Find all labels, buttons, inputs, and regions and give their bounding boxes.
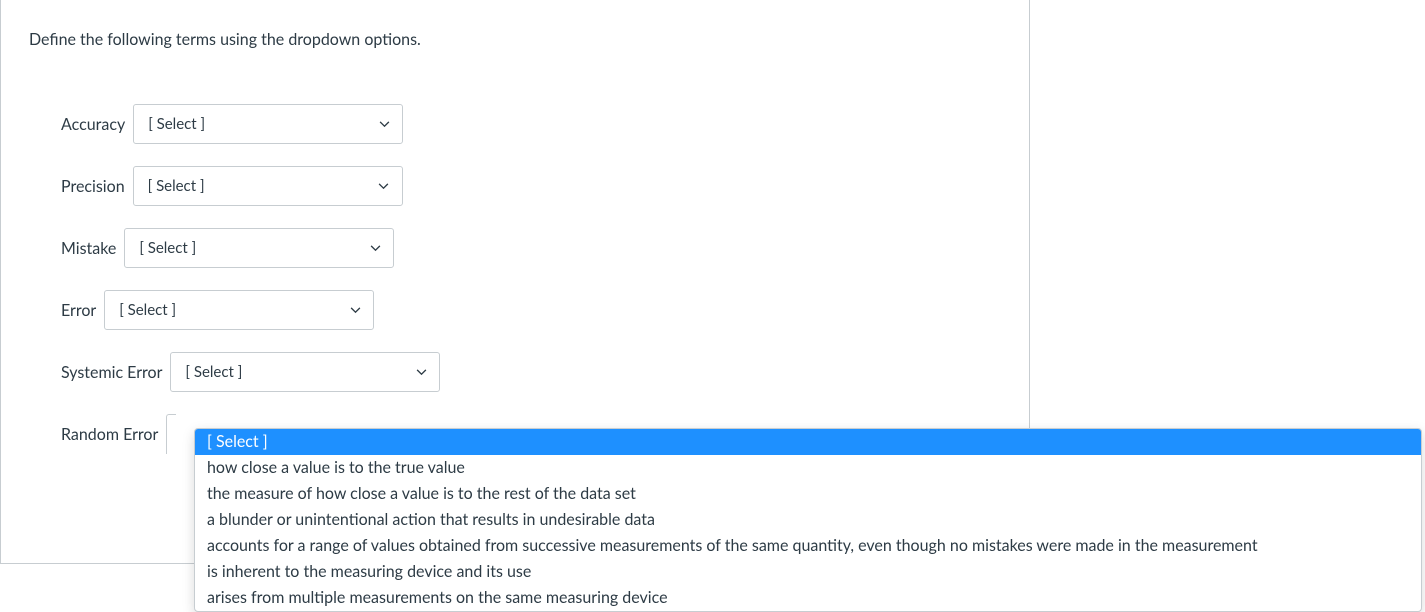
chevron-down-icon bbox=[378, 118, 390, 130]
chevron-down-icon bbox=[369, 242, 381, 254]
term-row-accuracy: Accuracy [ Select ] bbox=[61, 104, 1001, 144]
terms-area: Accuracy [ Select ] Precision [ Select ]… bbox=[61, 104, 1001, 454]
term-label: Accuracy bbox=[61, 115, 125, 134]
term-label: Random Error bbox=[61, 425, 158, 444]
dropdown-option[interactable]: how close a value is to the true value bbox=[195, 455, 1421, 481]
dropdown-option-select[interactable]: [ Select ] bbox=[195, 429, 1421, 455]
dropdown-mistake[interactable]: [ Select ] bbox=[124, 228, 394, 268]
question-prompt: Define the following terms using the dro… bbox=[29, 30, 1001, 49]
dropdown-value: [ Select ] bbox=[139, 239, 196, 257]
term-label: Precision bbox=[61, 177, 125, 196]
dropdown-value: [ Select ] bbox=[148, 177, 205, 195]
term-row-precision: Precision [ Select ] bbox=[61, 166, 1001, 206]
dropdown-option[interactable]: the measure of how close a value is to t… bbox=[195, 481, 1421, 507]
dropdown-precision[interactable]: [ Select ] bbox=[133, 166, 403, 206]
term-row-error: Error [ Select ] bbox=[61, 290, 1001, 330]
dropdown-option[interactable]: a blunder or unintentional action that r… bbox=[195, 507, 1421, 533]
chevron-down-icon bbox=[415, 366, 427, 378]
dropdown-value: [ Select ] bbox=[148, 115, 205, 133]
dropdown-accuracy[interactable]: [ Select ] bbox=[133, 104, 403, 144]
dropdown-option[interactable]: arises from multiple measurements on the… bbox=[195, 585, 1421, 611]
dropdown-value: [ Select ] bbox=[119, 301, 176, 319]
dropdown-option[interactable]: accounts for a range of values obtained … bbox=[195, 533, 1421, 559]
term-row-mistake: Mistake [ Select ] bbox=[61, 228, 1001, 268]
chevron-down-icon bbox=[378, 180, 390, 192]
term-label: Error bbox=[61, 301, 96, 320]
chevron-down-icon bbox=[349, 304, 361, 316]
dropdown-option[interactable]: is inherent to the measuring device and … bbox=[195, 559, 1421, 585]
dropdown-error[interactable]: [ Select ] bbox=[104, 290, 374, 330]
term-row-systemic-error: Systemic Error [ Select ] bbox=[61, 352, 1001, 392]
dropdown-systemic-error[interactable]: [ Select ] bbox=[170, 352, 440, 392]
term-label: Systemic Error bbox=[61, 363, 162, 382]
dropdown-random-error[interactable] bbox=[166, 414, 176, 454]
dropdown-options-panel: [ Select ] how close a value is to the t… bbox=[194, 428, 1422, 612]
term-label: Mistake bbox=[61, 239, 116, 258]
dropdown-value: [ Select ] bbox=[185, 363, 242, 381]
